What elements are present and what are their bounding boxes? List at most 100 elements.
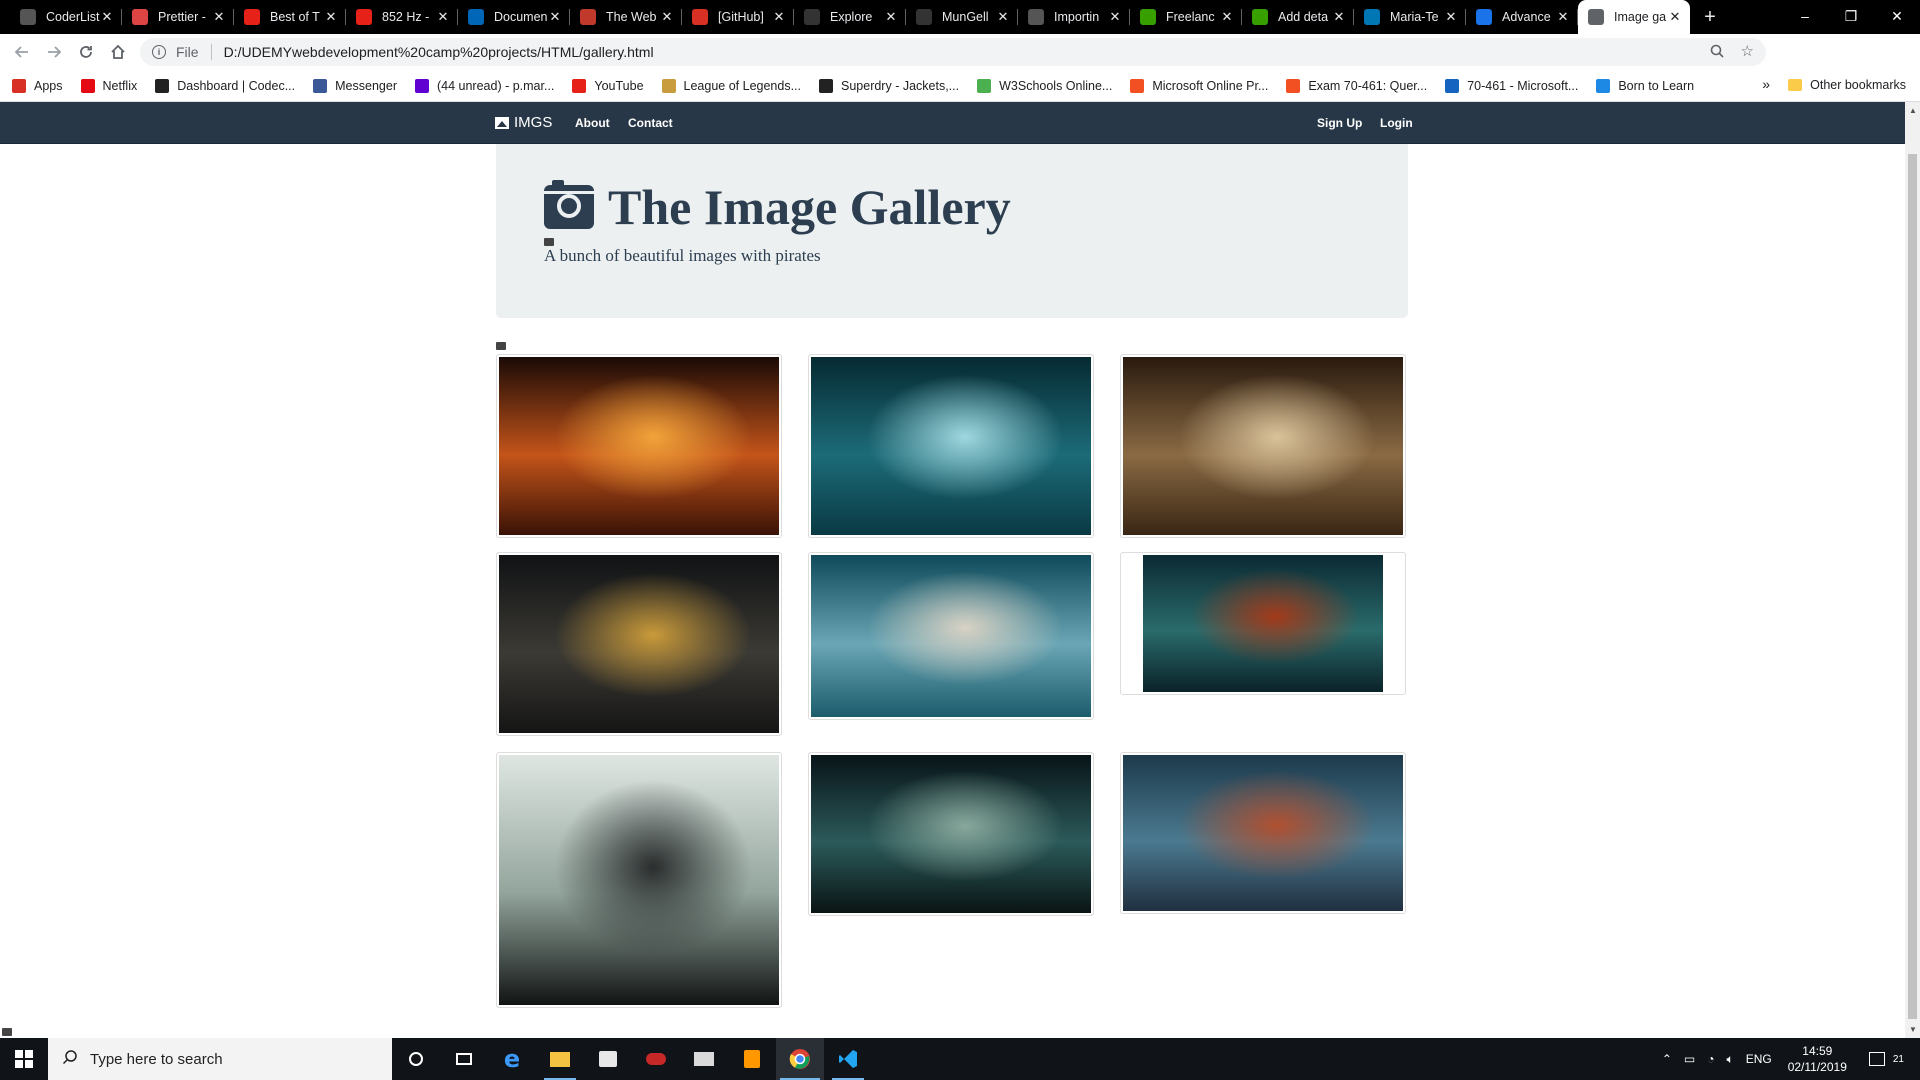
sublime-button[interactable] [728, 1038, 776, 1080]
chrome-button[interactable] [776, 1038, 824, 1080]
tab-close-icon[interactable]: ✕ [548, 9, 562, 25]
scroll-down-icon[interactable]: ▼ [1909, 1025, 1917, 1034]
cortana-button[interactable] [392, 1038, 440, 1080]
gallery-thumbnail[interactable] [496, 552, 782, 736]
file-explorer-button[interactable] [536, 1038, 584, 1080]
browser-tab[interactable]: Freelanc ✕ [1130, 0, 1242, 34]
close-window-button[interactable]: ✕ [1874, 0, 1920, 32]
cortana-icon [409, 1052, 423, 1066]
task-view-button[interactable] [440, 1038, 488, 1080]
bookmark-item[interactable]: Microsoft Online Pr... [1130, 78, 1268, 93]
tab-close-icon[interactable]: ✕ [436, 9, 450, 25]
bookmark-item[interactable]: Netflix [80, 78, 137, 93]
tab-close-icon[interactable]: ✕ [1108, 9, 1122, 25]
browser-tab[interactable]: Best of T ✕ [234, 0, 346, 34]
bookmark-item[interactable]: Exam 70-461: Quer... [1286, 78, 1427, 93]
volume-icon[interactable]: 🔈︎ [1726, 1052, 1733, 1067]
notifications-button[interactable]: 21 [1863, 1052, 1910, 1066]
bookmark-item[interactable]: Born to Learn [1596, 78, 1694, 93]
browser-tab[interactable]: Explore ✕ [794, 0, 906, 34]
bookmark-item[interactable]: 70-461 - Microsoft... [1445, 78, 1578, 93]
scrollbar-thumb[interactable] [1908, 154, 1917, 1019]
url-text[interactable]: D:/UDEMYwebdevelopment%20camp%20projects… [224, 44, 654, 60]
browser-tab[interactable]: Prettier - ✕ [122, 0, 234, 34]
bookmark-item[interactable]: League of Legends... [661, 78, 801, 93]
chevron-up-icon[interactable]: ⌃ [1662, 1052, 1672, 1066]
browser-tab[interactable]: CoderList ✕ [10, 0, 122, 34]
bookmark-favicon-icon [1286, 78, 1301, 93]
scroll-up-icon[interactable]: ▲ [1909, 106, 1917, 115]
tab-close-icon[interactable]: ✕ [996, 9, 1010, 25]
new-tab-button[interactable]: + [1690, 0, 1730, 34]
gallery-thumbnail[interactable] [808, 354, 1094, 538]
restore-button[interactable]: ❐ [1828, 0, 1874, 32]
browser-tab[interactable]: Maria-Te ✕ [1354, 0, 1466, 34]
tab-close-icon[interactable]: ✕ [1556, 9, 1570, 25]
tab-close-icon[interactable]: ✕ [1444, 9, 1458, 25]
browser-tab[interactable]: Documen ✕ [458, 0, 570, 34]
app-button[interactable] [632, 1038, 680, 1080]
language-indicator[interactable]: ENG [1746, 1052, 1772, 1066]
clock[interactable]: 14:59 02/11/2019 [1788, 1043, 1847, 1075]
back-button[interactable] [6, 38, 38, 66]
star-icon[interactable]: ☆ [1741, 42, 1754, 60]
store-button[interactable] [584, 1038, 632, 1080]
bookmark-item[interactable]: Apps [12, 78, 63, 93]
browser-tab[interactable]: 852 Hz - ✕ [346, 0, 458, 34]
browser-tab[interactable]: The Web ✕ [570, 0, 682, 34]
tab-close-icon[interactable]: ✕ [772, 9, 786, 25]
address-bar[interactable]: i File D:/UDEMYwebdevelopment%20camp%20p… [140, 38, 1766, 66]
tab-close-icon[interactable]: ✕ [1332, 9, 1346, 25]
tab-close-icon[interactable]: ✕ [660, 9, 674, 25]
mail-button[interactable] [680, 1038, 728, 1080]
nav-about[interactable]: About [575, 116, 610, 130]
home-button[interactable] [102, 38, 134, 66]
gallery-thumbnail[interactable] [1120, 552, 1406, 695]
site-navbar: IMGS About Contact Sign Up Login [0, 102, 1905, 144]
browser-tab[interactable]: [GitHub] ✕ [682, 0, 794, 34]
reload-button[interactable] [70, 38, 102, 66]
other-bookmarks[interactable]: Other bookmarks [1788, 78, 1906, 92]
browser-tab[interactable]: Add deta ✕ [1242, 0, 1354, 34]
browser-tab[interactable]: Advance ✕ [1466, 0, 1578, 34]
minimize-button[interactable]: – [1782, 0, 1828, 32]
brand-link[interactable]: IMGS [495, 114, 552, 131]
gallery-thumbnail[interactable] [496, 752, 782, 1008]
tab-close-icon[interactable]: ✕ [324, 9, 338, 25]
gallery-thumbnail[interactable] [1120, 354, 1406, 538]
tab-title: Advance [1502, 10, 1551, 24]
browser-tab[interactable]: Importin ✕ [1018, 0, 1130, 34]
edge-button[interactable]: e [488, 1038, 536, 1080]
tab-close-icon[interactable]: ✕ [1220, 9, 1234, 25]
bookmark-item[interactable]: YouTube [572, 78, 644, 93]
taskbar-search[interactable]: Type here to search [48, 1038, 392, 1080]
start-button[interactable] [0, 1038, 48, 1080]
vscode-button[interactable] [824, 1038, 872, 1080]
gallery-thumbnail[interactable] [496, 354, 782, 538]
nav-signup[interactable]: Sign Up [1317, 116, 1362, 130]
tab-close-icon[interactable]: ✕ [212, 9, 226, 25]
info-icon[interactable]: i [152, 45, 166, 59]
page-scrollbar[interactable]: ▲ ▼ [1905, 102, 1920, 1038]
browser-tab[interactable]: Image ga ✕ [1578, 0, 1690, 34]
bookmark-item[interactable]: Superdry - Jackets,... [819, 78, 959, 93]
tab-close-icon[interactable]: ✕ [884, 9, 898, 25]
gallery-thumbnail[interactable] [808, 752, 1094, 916]
battery-icon[interactable]: ▭ [1684, 1052, 1695, 1066]
browser-tab[interactable]: MunGell ✕ [906, 0, 1018, 34]
bookmark-item[interactable]: Dashboard | Codec... [155, 78, 295, 93]
tab-close-icon[interactable]: ✕ [1668, 9, 1682, 25]
wifi-icon[interactable]: ◔ [1707, 1052, 1714, 1066]
bookmark-item[interactable]: (44 unread) - p.mar... [414, 78, 554, 93]
bookmark-item[interactable]: W3Schools Online... [977, 78, 1112, 93]
tab-close-icon[interactable]: ✕ [100, 9, 114, 25]
gallery-thumbnail[interactable] [1120, 752, 1406, 914]
tab-favicon-icon [132, 9, 148, 25]
zoom-icon[interactable] [1710, 44, 1724, 62]
forward-button[interactable] [38, 38, 70, 66]
nav-contact[interactable]: Contact [628, 116, 673, 130]
bookmark-item[interactable]: Messenger [313, 78, 397, 93]
bookmarks-overflow-button[interactable]: » [1762, 76, 1770, 92]
gallery-thumbnail[interactable] [808, 552, 1094, 720]
nav-login[interactable]: Login [1380, 116, 1413, 130]
